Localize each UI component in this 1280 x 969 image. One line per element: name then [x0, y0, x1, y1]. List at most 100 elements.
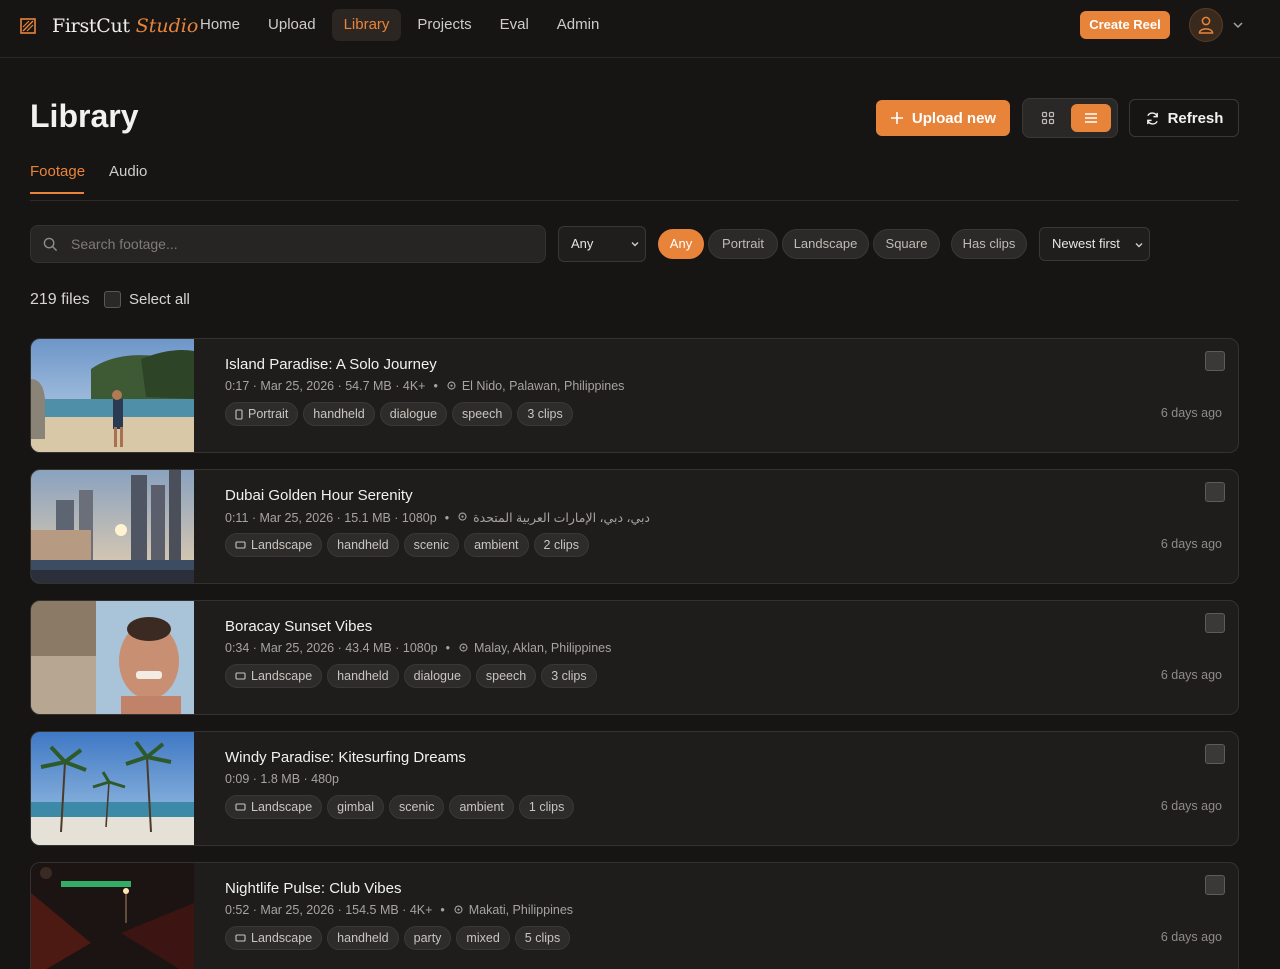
page-title: Library: [30, 98, 138, 135]
refresh-icon: [1145, 111, 1160, 126]
orientation-label: Landscape: [251, 665, 312, 687]
footage-meta: 0:11 · Mar 25, 2026 · 15.1 MB · 1080p • …: [225, 510, 650, 525]
landscape-icon: [235, 803, 246, 811]
list-item[interactable]: Nightlife Pulse: Club Vibes 0:52 · Mar 2…: [30, 862, 1239, 969]
chevron-down-icon: [1133, 239, 1145, 251]
tab-audio[interactable]: Audio: [109, 163, 147, 180]
footage-title: Windy Paradise: Kitesurfing Dreams: [225, 749, 466, 766]
footage-title: Nightlife Pulse: Club Vibes: [225, 880, 401, 897]
footage-location: Makati, Philippines: [469, 903, 573, 917]
row-checkbox[interactable]: [1205, 613, 1225, 633]
chevron-down-icon[interactable]: [1231, 18, 1245, 32]
refresh-label: Refresh: [1168, 110, 1224, 127]
nav-upload[interactable]: Upload: [256, 9, 328, 41]
row-checkbox[interactable]: [1205, 744, 1225, 764]
filter-square-pill[interactable]: Square: [873, 229, 940, 259]
list-view-button[interactable]: [1071, 104, 1111, 132]
search-icon: [43, 237, 58, 252]
upload-new-label: Upload new: [912, 110, 996, 127]
select-all-toggle[interactable]: Select all: [104, 291, 190, 308]
video-thumbnail[interactable]: [31, 732, 194, 846]
filter-any-pill[interactable]: Any: [658, 229, 704, 259]
separator-dot: •: [440, 903, 444, 917]
top-navbar: FirstCut Studio Home Upload Library Proj…: [0, 0, 1280, 58]
footage-meta: 0:34 · Mar 25, 2026 · 43.4 MB · 1080p • …: [225, 641, 611, 655]
chevron-down-icon: [629, 238, 641, 250]
separator-dot: •: [446, 641, 450, 655]
landscape-icon: [235, 541, 246, 549]
orientation-label: Portrait: [248, 403, 288, 425]
tag: handheld: [327, 533, 398, 557]
uploaded-age: 6 days ago: [1161, 799, 1222, 813]
orientation-tag: Landscape: [225, 533, 322, 557]
orientation-tag: Portrait: [225, 402, 298, 426]
tag: handheld: [327, 926, 398, 950]
tag: speech: [476, 664, 536, 688]
type-select-value: Any: [571, 236, 593, 251]
separator-dot: •: [433, 379, 437, 393]
filter-landscape-pill[interactable]: Landscape: [782, 229, 869, 259]
row-checkbox[interactable]: [1205, 351, 1225, 371]
filter-has-clips-pill[interactable]: Has clips: [951, 229, 1027, 259]
footage-details: 0:52 · Mar 25, 2026 · 154.5 MB · 4K+: [225, 903, 432, 917]
list-icon: [1084, 112, 1098, 124]
type-select[interactable]: Any: [558, 226, 646, 262]
avatar[interactable]: [1189, 8, 1223, 42]
footage-meta: 0:17 · Mar 25, 2026 · 54.7 MB · 4K+ • El…: [225, 379, 624, 393]
search-input[interactable]: [71, 226, 531, 262]
orientation-label: Landscape: [251, 927, 312, 949]
brand-name: FirstCut: [52, 15, 130, 37]
row-checkbox[interactable]: [1205, 482, 1225, 502]
nav-projects[interactable]: Projects: [405, 9, 483, 41]
footage-details: 0:17 · Mar 25, 2026 · 54.7 MB · 4K+: [225, 379, 425, 393]
list-item[interactable]: Dubai Golden Hour Serenity 0:11 · Mar 25…: [30, 469, 1239, 584]
brand[interactable]: FirstCut Studio: [20, 14, 198, 38]
clip-count-tag: 5 clips: [515, 926, 570, 950]
nav-admin[interactable]: Admin: [545, 9, 612, 41]
video-thumbnail[interactable]: [31, 470, 194, 584]
select-all-checkbox[interactable]: [104, 291, 121, 308]
nav-library[interactable]: Library: [332, 9, 402, 41]
clip-count-tag: 3 clips: [517, 402, 572, 426]
tag: ambient: [464, 533, 528, 557]
grid-view-button[interactable]: [1031, 104, 1065, 132]
list-item[interactable]: Boracay Sunset Vibes 0:34 · Mar 25, 2026…: [30, 600, 1239, 715]
nav-home[interactable]: Home: [188, 9, 252, 41]
orientation-tag: Landscape: [225, 926, 322, 950]
clip-count-tag: 3 clips: [541, 664, 596, 688]
tag-list: Landscape gimbal scenic ambient 1 clips: [225, 795, 574, 819]
film-logo-icon: [20, 18, 36, 34]
tag: ambient: [449, 795, 513, 819]
footage-title: Dubai Golden Hour Serenity: [225, 487, 413, 504]
upload-new-button[interactable]: Upload new: [876, 100, 1010, 136]
nav-eval[interactable]: Eval: [488, 9, 541, 41]
video-thumbnail[interactable]: [31, 863, 194, 969]
row-checkbox[interactable]: [1205, 875, 1225, 895]
footage-details: 0:09 · 1.8 MB · 480p: [225, 772, 339, 786]
location-pin-icon: [458, 643, 469, 654]
sort-select-value: Newest first: [1052, 236, 1120, 251]
tag: mixed: [456, 926, 509, 950]
list-item[interactable]: Windy Paradise: Kitesurfing Dreams 0:09 …: [30, 731, 1239, 846]
portrait-icon: [235, 409, 243, 420]
create-reel-button[interactable]: Create Reel: [1080, 11, 1170, 39]
footage-title: Island Paradise: A Solo Journey: [225, 356, 437, 373]
landscape-icon: [235, 934, 246, 942]
video-thumbnail[interactable]: [31, 601, 194, 715]
filter-portrait-pill[interactable]: Portrait: [708, 229, 778, 259]
list-item[interactable]: Island Paradise: A Solo Journey 0:17 · M…: [30, 338, 1239, 453]
orientation-tag: Landscape: [225, 664, 322, 688]
tag-list: Portrait handheld dialogue speech 3 clip…: [225, 402, 573, 426]
tag: scenic: [389, 795, 444, 819]
tag: party: [404, 926, 452, 950]
location-pin-icon: [457, 512, 468, 523]
location-pin-icon: [446, 381, 457, 392]
refresh-button[interactable]: Refresh: [1129, 99, 1239, 137]
tag: dialogue: [380, 402, 447, 426]
sort-select[interactable]: Newest first: [1039, 227, 1150, 261]
video-thumbnail[interactable]: [31, 339, 194, 453]
file-count: 219 files: [30, 291, 90, 309]
tab-footage[interactable]: Footage: [30, 163, 85, 180]
search-box: [30, 225, 546, 263]
main-nav: Home Upload Library Projects Eval Admin: [188, 9, 615, 41]
